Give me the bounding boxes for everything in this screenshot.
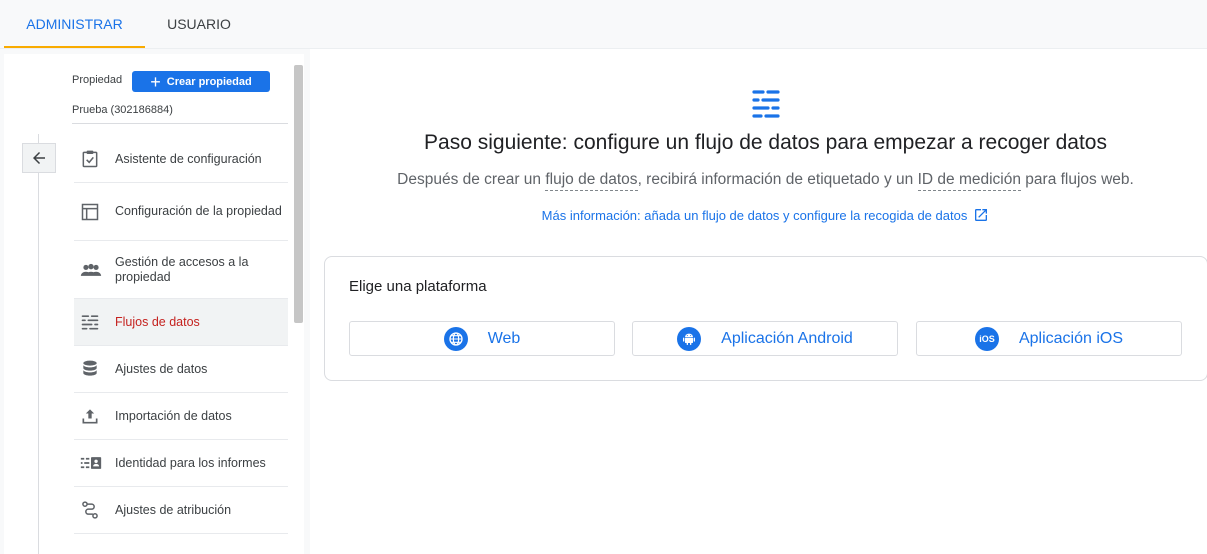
tab-usuario[interactable]: USUARIO xyxy=(145,0,253,48)
property-selector[interactable]: Prueba (302186884) xyxy=(72,104,173,116)
ios-icon: iOS xyxy=(974,326,999,351)
data-streams-icon xyxy=(750,88,782,125)
attribution-icon xyxy=(74,500,110,520)
sidebar-item-label: Flujos de datos xyxy=(115,314,200,329)
sidebar-item-data-settings[interactable]: Ajustes de datos xyxy=(74,346,288,393)
android-icon xyxy=(677,326,702,351)
create-property-label: Crear propiedad xyxy=(166,75,252,88)
description-text: , recibirá información de etiquetado y u… xyxy=(637,171,918,188)
sidebar-item-reporting-identity[interactable]: Identidad para los informes xyxy=(74,440,288,487)
sidebar-divider xyxy=(38,134,39,554)
sidebar-item-label: Importación de datos xyxy=(115,408,232,423)
property-layout-icon xyxy=(74,202,110,222)
upload-icon xyxy=(74,406,110,426)
platform-web-button[interactable]: Web xyxy=(349,321,615,356)
property-label: Propiedad xyxy=(72,74,123,86)
sidebar-item-data-import[interactable]: Importación de datos xyxy=(74,393,288,440)
data-stream-term[interactable]: flujo de datos xyxy=(545,171,638,191)
sidebar-item-setup-assistant[interactable]: Asistente de configuración xyxy=(74,136,288,183)
sidebar-item-label: Configuración de la propiedad xyxy=(115,204,282,218)
platform-label: Web xyxy=(487,329,521,347)
sidebar-item-label: Ajustes de datos xyxy=(115,361,208,376)
sidebar-item-property-settings[interactable]: Configuración de la propiedad xyxy=(74,183,288,241)
page-headline: Paso siguiente: configure un flujo de da… xyxy=(424,131,1107,154)
platform-card-title: Elige una plataforma xyxy=(349,278,487,295)
description-text: Después de crear un xyxy=(397,171,546,188)
property-divider xyxy=(72,123,288,124)
sidebar-item-label: Asistente de configuración xyxy=(115,151,262,166)
platform-ios-button[interactable]: iOS Aplicación iOS xyxy=(916,321,1182,356)
sidebar-item-data-streams[interactable]: Flujos de datos xyxy=(74,299,288,346)
identity-icon xyxy=(74,454,110,472)
database-icon xyxy=(74,359,110,379)
description-text: para flujos web. xyxy=(1020,171,1134,188)
sidebar-item-label: Gestión de accesos a la propiedad xyxy=(115,254,249,284)
checklist-icon xyxy=(74,149,110,169)
learn-more-link[interactable]: Más información: añada un flujo de datos… xyxy=(324,207,1207,223)
platform-label: Aplicación Android xyxy=(721,329,853,347)
measurement-id-term[interactable]: ID de medición xyxy=(917,171,1021,191)
ios-badge: iOS xyxy=(979,333,995,344)
open-external-icon xyxy=(975,209,988,221)
data-streams-icon xyxy=(74,312,110,332)
arrow-left-icon xyxy=(33,152,45,164)
people-icon xyxy=(74,260,110,280)
tab-administrar[interactable]: ADMINISTRAR xyxy=(4,0,145,48)
sidebar-scrollbar[interactable] xyxy=(294,65,303,323)
platform-card xyxy=(324,256,1207,381)
page-description: Después de crear un flujo de datos, reci… xyxy=(324,171,1207,191)
sidebar-item-attribution-settings[interactable]: Ajustes de atribución xyxy=(74,487,288,534)
learn-more-label: Más información: añada un flujo de datos… xyxy=(541,208,968,223)
create-property-button[interactable]: + Crear propiedad xyxy=(132,71,270,92)
sidebar-item-label: Ajustes de atribución xyxy=(115,502,232,517)
back-button[interactable] xyxy=(22,143,56,173)
platform-label: Aplicación iOS xyxy=(1018,329,1124,347)
sidebar-item-label: Identidad para los informes xyxy=(115,455,266,470)
platform-android-button[interactable]: Aplicación Android xyxy=(632,321,898,356)
globe-icon xyxy=(443,326,468,351)
top-tab-bar: ADMINISTRAR USUARIO xyxy=(0,0,1207,49)
sidebar-item-access-management[interactable]: Gestión de accesos a la propiedad xyxy=(74,241,288,299)
plus-icon: + xyxy=(150,71,161,92)
